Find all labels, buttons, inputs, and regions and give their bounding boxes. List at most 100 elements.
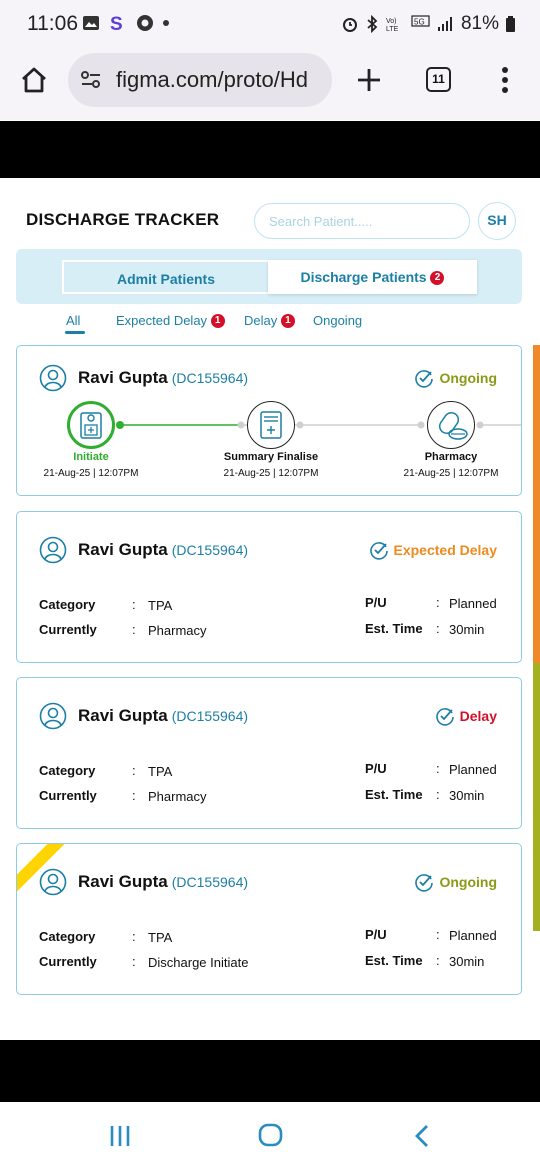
status-badge: Ongoing bbox=[414, 872, 497, 892]
discharge-patients-tab[interactable]: Discharge Patients 2 bbox=[268, 260, 477, 294]
stage-label: Pharmacy bbox=[424, 451, 478, 463]
home-icon[interactable] bbox=[20, 66, 48, 94]
patient-avatar-icon bbox=[39, 702, 67, 730]
stage-label: Summary Finalise bbox=[223, 451, 319, 463]
currently-label: Currently bbox=[39, 622, 97, 637]
status-badge: Delay bbox=[435, 706, 497, 726]
site-settings-icon[interactable] bbox=[80, 70, 102, 90]
active-filter-underline bbox=[65, 331, 85, 334]
currently-value: Pharmacy bbox=[148, 789, 207, 804]
stage-pharmacy[interactable] bbox=[427, 401, 475, 449]
status-badge: Expected Delay bbox=[369, 540, 498, 560]
more-notifications-dot-icon bbox=[163, 20, 169, 26]
check-circle-icon bbox=[435, 708, 454, 726]
est-time-value: 30min bbox=[449, 954, 485, 969]
page-title: DISCHARGE TRACKER bbox=[26, 210, 220, 229]
new-tab-icon[interactable] bbox=[356, 67, 382, 93]
stage-date: 21-Aug-25 | 12:07PM bbox=[43, 468, 139, 479]
patient-id: (DC155964) bbox=[171, 874, 249, 890]
filter-ongoing-label: Ongoing bbox=[313, 313, 363, 328]
alarm-icon bbox=[342, 18, 357, 32]
filter-tab-ongoing[interactable]: Ongoing bbox=[313, 313, 362, 328]
patient-id: (DC155964) bbox=[171, 708, 249, 724]
check-circle-icon bbox=[415, 874, 434, 892]
colon: : bbox=[436, 761, 440, 776]
bluetooth-icon bbox=[367, 15, 378, 33]
patient-name-text: Ravi Gupta bbox=[78, 706, 168, 725]
system-nav-bar bbox=[0, 1102, 540, 1170]
category-label: Category bbox=[39, 597, 96, 612]
category-value: TPA bbox=[148, 598, 173, 613]
svg-text:S: S bbox=[110, 14, 123, 33]
patient-type-toggle: Admit Patients Discharge Patients 2 bbox=[16, 249, 522, 304]
patient-name: Ravi Gupta (DC155964) bbox=[78, 872, 248, 892]
colon: : bbox=[132, 763, 136, 778]
colon: : bbox=[132, 788, 136, 803]
app-icon bbox=[137, 15, 153, 31]
patient-card[interactable]: Ravi Gupta (DC155964) Ongoing Category : … bbox=[16, 843, 522, 995]
back-icon[interactable] bbox=[412, 1123, 432, 1149]
search-input[interactable] bbox=[254, 203, 470, 239]
colon: : bbox=[132, 929, 136, 944]
filter-tab-all[interactable]: All bbox=[66, 313, 80, 328]
expected-delay-count-badge: 1 bbox=[210, 314, 225, 328]
status-text: Delay bbox=[459, 708, 497, 724]
colon: : bbox=[436, 953, 440, 968]
user-avatar[interactable]: SH bbox=[478, 202, 516, 240]
filter-tab-expected-delay[interactable]: Expected Delay 1 bbox=[116, 313, 225, 328]
stage-initiate[interactable] bbox=[67, 401, 115, 449]
pu-value: Planned bbox=[449, 762, 497, 777]
patient-id: (DC155964) bbox=[171, 542, 249, 558]
filter-tab-delay[interactable]: Delay 1 bbox=[244, 313, 295, 328]
pu-label: P/U bbox=[365, 595, 387, 610]
bottom-black-band bbox=[0, 1040, 540, 1102]
s-app-icon: S bbox=[110, 14, 123, 33]
est-time-label: Est. Time bbox=[365, 621, 423, 636]
currently-label: Currently bbox=[39, 954, 97, 969]
currently-value: Pharmacy bbox=[148, 623, 207, 638]
notification-icons: S bbox=[82, 13, 170, 33]
more-menu-icon[interactable] bbox=[500, 66, 510, 94]
patient-avatar-icon bbox=[39, 868, 67, 896]
patient-card[interactable]: Ravi Gupta (DC155964) Expected Delay Cate… bbox=[16, 511, 522, 663]
colon: : bbox=[132, 622, 136, 637]
admit-patients-tab[interactable]: Admit Patients bbox=[62, 260, 268, 294]
patient-avatar-icon bbox=[39, 536, 67, 564]
patient-card[interactable]: Ravi Gupta (DC155964) Ongoing Initiate 21… bbox=[16, 345, 522, 496]
svg-text:Vo): Vo) bbox=[386, 18, 397, 25]
battery-percent: 81% bbox=[460, 13, 499, 34]
filter-all-label: All bbox=[66, 313, 81, 328]
patient-card[interactable]: Ravi Gupta (DC155964) Delay Category : TP… bbox=[16, 677, 522, 829]
est-time-value: 30min bbox=[449, 788, 485, 803]
patient-name: Ravi Gupta (DC155964) bbox=[78, 540, 248, 560]
category-value: TPA bbox=[148, 930, 173, 945]
side-accent-olive bbox=[533, 663, 540, 931]
discharge-patients-label: Discharge Patients bbox=[300, 269, 427, 285]
category-value: TPA bbox=[148, 764, 173, 779]
address-bar[interactable]: figma.com/proto/Hd bbox=[68, 53, 332, 107]
check-circle-icon bbox=[369, 542, 388, 560]
recent-apps-icon[interactable] bbox=[108, 1124, 132, 1148]
status-text: Expected Delay bbox=[393, 542, 498, 558]
colon: : bbox=[436, 621, 440, 636]
pu-label: P/U bbox=[365, 761, 387, 776]
est-time-label: Est. Time bbox=[365, 953, 423, 968]
network-label: 5G bbox=[414, 18, 425, 27]
colon: : bbox=[436, 787, 440, 802]
image-icon bbox=[83, 16, 99, 30]
clipboard-add-icon bbox=[80, 412, 102, 439]
stage-summary-finalise[interactable] bbox=[247, 401, 295, 449]
5g-icon: 5G bbox=[411, 15, 430, 27]
stage-date: 21-Aug-25 | 12:07PM bbox=[223, 468, 319, 479]
home-button-icon[interactable] bbox=[258, 1122, 284, 1148]
document-add-icon bbox=[260, 411, 282, 439]
patient-name-text: Ravi Gupta bbox=[78, 540, 168, 559]
discharge-count-badge: 2 bbox=[430, 271, 445, 285]
tab-switcher-button[interactable]: 11 bbox=[426, 67, 451, 92]
browser-toolbar: figma.com/proto/Hd 11 bbox=[0, 50, 540, 120]
volte-icon: Vo)LTE bbox=[386, 18, 399, 33]
category-label: Category bbox=[39, 929, 96, 944]
colon: : bbox=[132, 954, 136, 969]
pu-value: Planned bbox=[449, 928, 497, 943]
svg-text:LTE: LTE bbox=[386, 26, 399, 33]
